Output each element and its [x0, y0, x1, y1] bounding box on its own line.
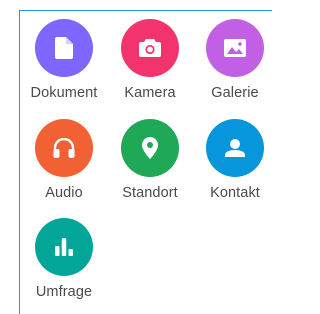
attach-gallery-button[interactable]: Galerie: [190, 19, 280, 109]
location-pin-icon: [142, 137, 158, 159]
gallery-icon: [224, 39, 246, 57]
poll-icon-circle: [35, 218, 93, 276]
attach-audio-button[interactable]: Audio: [19, 119, 109, 209]
location-pin-icon-circle: [121, 119, 179, 177]
gallery-icon-circle: [206, 19, 264, 77]
attach-contact-label: Kontakt: [210, 185, 260, 201]
attach-document-button[interactable]: Dokument: [19, 19, 109, 109]
contact-icon: [225, 139, 245, 157]
attach-camera-label: Kamera: [124, 85, 176, 101]
attach-camera-button[interactable]: Kamera: [105, 19, 195, 109]
document-icon-circle: [35, 19, 93, 77]
headphones-icon: [53, 138, 75, 158]
document-icon: [55, 37, 73, 59]
attach-document-label: Dokument: [30, 85, 98, 101]
headphones-icon-circle: [35, 119, 93, 177]
attach-poll-button[interactable]: Umfrage: [19, 218, 109, 308]
camera-icon-circle: [121, 19, 179, 77]
attach-audio-label: Audio: [45, 185, 83, 201]
attach-location-label: Standort: [122, 185, 178, 201]
attachment-sheet: Dokument Kamera Galerie Audio Standort K…: [19, 10, 272, 314]
attach-gallery-label: Galerie: [211, 85, 259, 101]
contact-icon-circle: [206, 119, 264, 177]
attach-location-button[interactable]: Standort: [105, 119, 195, 209]
poll-icon: [55, 238, 73, 256]
attach-contact-button[interactable]: Kontakt: [190, 119, 280, 209]
camera-icon: [139, 39, 161, 57]
attach-poll-label: Umfrage: [35, 284, 93, 300]
